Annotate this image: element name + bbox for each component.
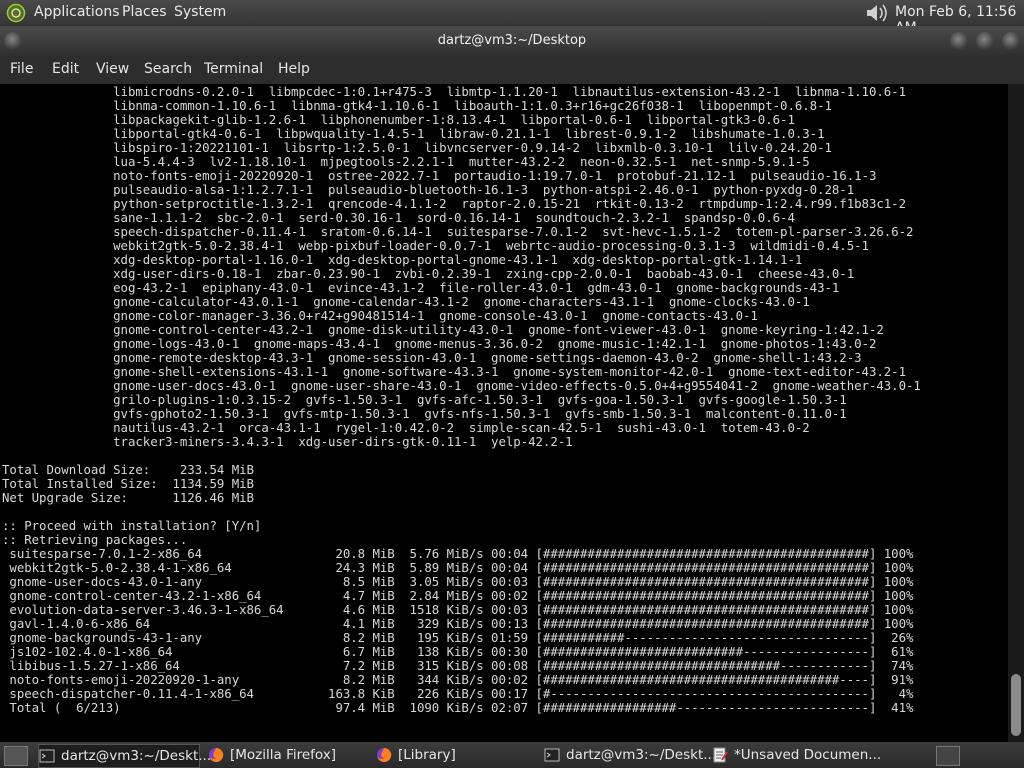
download-line: libibus-1.5.27-1-x86_64 7.2 MiB 315 KiB/… [2, 658, 914, 673]
package-line: lua-5.4.4-3 lv2-1.18.10-1 mjpegtools-2.2… [2, 154, 810, 169]
menu-edit[interactable]: Edit [52, 61, 79, 77]
package-line: gnome-remote-desktop-43.3-1 gnome-sessio… [2, 350, 862, 365]
window-title: dartz@vm3:~/Desktop [437, 33, 587, 48]
workspace-switcher[interactable] [936, 746, 960, 766]
summary-line: :: Proceed with installation? [Y/n] [2, 518, 262, 533]
window-menu-icon[interactable] [4, 32, 22, 50]
system-menu[interactable]: System [174, 4, 226, 20]
download-line: Total ( 6/213) 97.4 MiB 1090 KiB/s 02:07… [2, 700, 914, 715]
package-line: python-setproctitle-1.3.2-1 qrencode-4.1… [2, 196, 906, 211]
download-line: gavl-1.4.0-6-x86_64 4.1 MiB 329 KiB/s 00… [2, 616, 914, 631]
close-button[interactable] [1002, 32, 1020, 50]
download-line: gnome-user-docs-43.0-1-any 8.5 MiB 3.05 … [2, 574, 914, 589]
terminal-text: libmicrodns-0.2.0-1 libmpcdec-1:0.1+r475… [2, 85, 921, 715]
package-line: gnome-color-manager-3.36.0+r42+g90481514… [2, 308, 758, 323]
package-line: xdg-user-dirs-0.18-1 zbar-0.23.90-1 zvbi… [2, 266, 855, 281]
download-line: noto-fonts-emoji-20220920-1-any 8.2 MiB … [2, 672, 914, 687]
summary-line: Total Installed Size: 1134.59 MiB [2, 476, 254, 491]
download-line: js102-102.4.0-1-x86_64 6.7 MiB 138 KiB/s… [2, 644, 914, 659]
task-label: [Mozilla Firefox] [230, 747, 337, 763]
package-line: eog-43.2-1 epiphany-43.0-1 evince-43.1-2… [2, 280, 840, 295]
package-line: tracker3-miners-3.4.3-1 xdg-user-dirs-gt… [2, 434, 573, 449]
maximize-button[interactable] [976, 32, 994, 50]
task-library[interactable]: [Library] [376, 744, 536, 766]
package-line: gnome-calculator-43.0.1-1 gnome-calendar… [2, 294, 810, 309]
applications-menu[interactable]: Applications [34, 4, 120, 20]
package-line: libmicrodns-0.2.0-1 libmpcdec-1:0.1+r475… [2, 84, 906, 99]
terminal-scrollbar[interactable] [1008, 84, 1024, 742]
firefox-icon [377, 747, 392, 762]
task-text-editor[interactable]: *Unsaved Documen... [712, 744, 882, 766]
text-editor-icon [713, 747, 728, 763]
download-line: evolution-data-server-3.46.3-1-x86_64 4.… [2, 602, 914, 617]
package-line: grilo-plugins-1:0.3.15-2 gvfs-1.50.3-1 g… [2, 392, 847, 407]
package-line: libnma-common-1.10.6-1 libnma-gtk4-1.10.… [2, 98, 832, 113]
menu-file[interactable]: File [10, 61, 33, 77]
task-label: [Library] [398, 747, 456, 763]
task-label: dartz@vm3:~/Deskt... [566, 747, 717, 763]
download-line: gnome-control-center-43.2-1-x86_64 4.7 M… [2, 588, 914, 603]
download-line: gnome-backgrounds-43-1-any 8.2 MiB 195 K… [2, 630, 914, 645]
menu-view[interactable]: View [96, 61, 129, 77]
package-line: pulseaudio-alsa-1:1.2.7.1-1 pulseaudio-b… [2, 182, 855, 197]
package-line: libpackagekit-glib-1.2.6-1 libphonenumbe… [2, 112, 795, 127]
menubar: File Edit View Search Terminal Help [0, 56, 1024, 84]
scrollbar-thumb[interactable] [1011, 674, 1021, 736]
package-line: gnome-logs-43.0-1 gnome-maps-43.4-1 gnom… [2, 336, 877, 351]
package-line: speech-dispatcher-0.11.4-1 sratom-0.6.14… [2, 224, 914, 239]
show-desktop-button[interactable] [4, 746, 28, 766]
top-panel: Applications Places System Mon Feb 6, 11… [0, 0, 1024, 36]
task-label: dartz@vm3:~/Deskt... [61, 748, 212, 764]
mate-menu-icon[interactable] [6, 3, 26, 23]
volume-icon[interactable] [864, 2, 888, 24]
package-line: libportal-gtk4-0.6-1 libpwquality-1.4.5-… [2, 126, 825, 141]
download-line: webkit2gtk-5.0-2.38.4-1-x86_64 24.3 MiB … [2, 560, 914, 575]
firefox-icon [209, 747, 224, 762]
package-line: xdg-desktop-portal-1.16.0-1 xdg-desktop-… [2, 252, 803, 267]
menu-help[interactable]: Help [278, 61, 310, 77]
download-line: speech-dispatcher-0.11.4-1-x86_64 163.8 … [2, 686, 914, 701]
task-terminal-1[interactable]: dartz@vm3:~/Deskt... [38, 744, 211, 768]
minimize-button[interactable] [950, 32, 968, 50]
summary-line: :: Retrieving packages... [2, 532, 188, 547]
download-line: suitesparse-7.0.1-2-x86_64 20.8 MiB 5.76… [2, 546, 914, 561]
package-line: gvfs-gphoto2-1.50.3-1 gvfs-mtp-1.50.3-1 … [2, 406, 847, 421]
menu-search[interactable]: Search [144, 61, 192, 77]
package-line: webkit2gtk-5.0-2.38.4-1 webp-pixbuf-load… [2, 238, 869, 253]
task-terminal-2[interactable]: dartz@vm3:~/Deskt... [544, 744, 716, 766]
task-firefox[interactable]: [Mozilla Firefox] [208, 744, 368, 766]
package-line: gnome-control-center-43.2-1 gnome-disk-u… [2, 322, 884, 337]
terminal-icon [544, 748, 560, 762]
window-titlebar[interactable]: dartz@vm3:~/Desktop [0, 26, 1024, 56]
terminal-output[interactable]: libmicrodns-0.2.0-1 libmpcdec-1:0.1+r475… [0, 84, 1008, 742]
package-line: sane-1.1.1-2 sbc-2.0-1 serd-0.30.16-1 so… [2, 210, 795, 225]
terminal-icon [39, 749, 55, 763]
menu-terminal[interactable]: Terminal [204, 61, 263, 77]
package-line: libspiro-1:20221101-1 libsrtp-1:2.5.0-1 … [2, 140, 832, 155]
places-menu[interactable]: Places [122, 4, 167, 20]
taskbar: dartz@vm3:~/Deskt... [Mozilla Firefox] [… [0, 742, 1024, 768]
summary-line: Total Download Size: 233.54 MiB [2, 462, 254, 477]
package-line: noto-fonts-emoji-20220920-1 ostree-2022.… [2, 168, 877, 183]
package-line: gnome-user-docs-43.0-1 gnome-user-share-… [2, 378, 921, 393]
task-label: *Unsaved Documen... [734, 747, 882, 763]
summary-line: Net Upgrade Size: 1126.46 MiB [2, 490, 254, 505]
package-line: gnome-shell-extensions-43.1-1 gnome-soft… [2, 364, 906, 379]
package-line: nautilus-43.2-1 orca-43.1-1 rygel-1:0.42… [2, 420, 810, 435]
